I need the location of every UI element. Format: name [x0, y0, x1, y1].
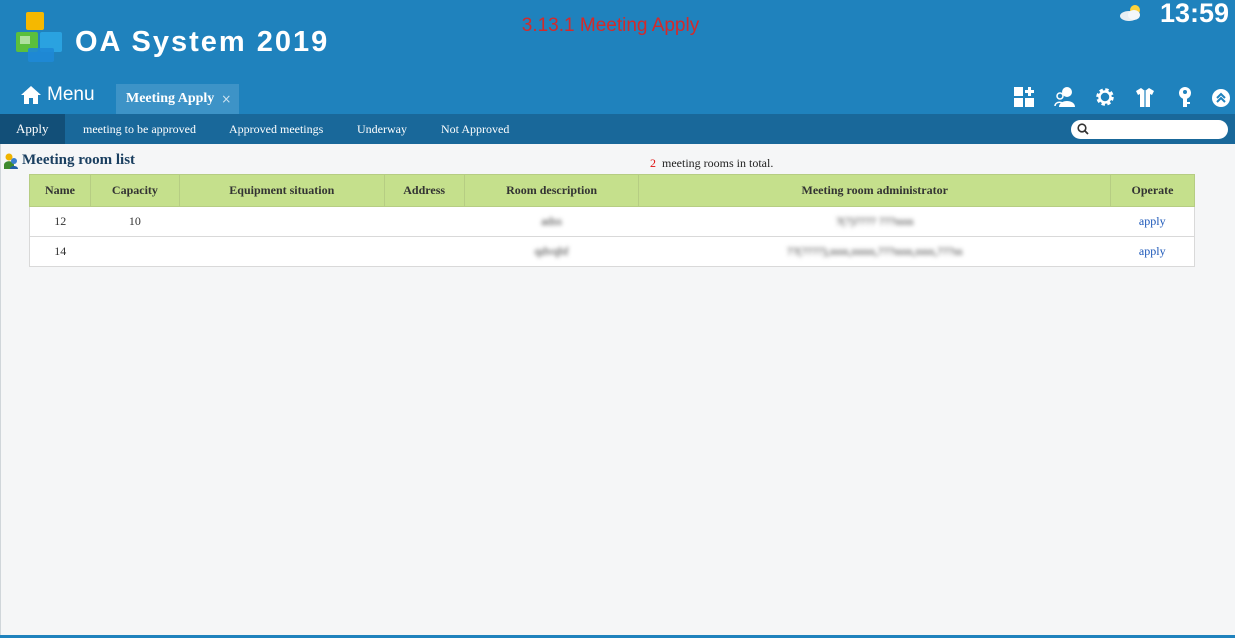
skin-button[interactable]: [1134, 86, 1156, 108]
menu-label: Menu: [47, 84, 95, 105]
clock: 13:59: [1160, 0, 1230, 28]
subnav-apply[interactable]: Apply: [0, 114, 65, 144]
col-administrator: Meeting room administrator: [638, 174, 1111, 207]
caption-text: 3.13.1 Meeting Apply: [521, 15, 700, 36]
grid-add-button[interactable]: [1013, 86, 1035, 108]
room-count: 2 meeting rooms in total.: [650, 156, 773, 171]
room-count-suffix: meeting rooms in total.: [662, 156, 774, 170]
close-icon[interactable]: ×: [221, 92, 231, 106]
home-icon: [21, 86, 41, 104]
cell-capacity: [90, 236, 180, 267]
apply-link[interactable]: apply: [1139, 244, 1166, 258]
cell-description: qdvqbf: [464, 236, 639, 267]
weather-icon: [1120, 5, 1140, 21]
col-name: Name: [29, 174, 91, 207]
collapse-button[interactable]: [1211, 88, 1231, 108]
cell-operate: apply: [1110, 236, 1195, 267]
sub-navigation: Apply meeting to be approved Approved me…: [0, 114, 1235, 144]
cell-equipment: [179, 206, 385, 237]
cell-name: 12: [29, 206, 91, 237]
table-row: 12 10 adss ?(?)???? ???ssss apply: [29, 206, 1195, 237]
page-caption: 3.13.1 Meeting Apply: [0, 15, 1235, 37]
cell-description: adss: [464, 206, 639, 237]
col-operate: Operate: [1110, 174, 1195, 207]
col-equipment: Equipment situation: [178, 174, 385, 207]
cell-administrator: ?(?)???? ???ssss: [638, 206, 1111, 237]
header: OA System 2019 3.13.1 Meeting Apply 13:5…: [0, 0, 1235, 114]
search-icon: [1077, 123, 1089, 135]
cell-address: [384, 236, 465, 267]
chevron-up-icon: [1212, 89, 1230, 107]
col-address: Address: [383, 174, 465, 207]
users-icon: [1054, 87, 1075, 107]
cell-administrator: ??(????),ssss,sssss,???ssss,ssss,???ss: [638, 236, 1111, 267]
password-button[interactable]: [1174, 86, 1196, 108]
shirt-icon: [1136, 88, 1154, 107]
cell-capacity: 10: [90, 206, 180, 237]
cell-operate: apply: [1110, 206, 1195, 237]
col-capacity: Capacity: [89, 174, 180, 207]
cell-equipment: [179, 236, 385, 267]
cell-address: [384, 206, 465, 237]
tab-label: Meeting Apply: [126, 91, 215, 106]
subnav-not-approved[interactable]: Not Approved: [441, 114, 509, 144]
left-border: [0, 144, 1, 635]
apply-link[interactable]: apply: [1139, 214, 1166, 228]
key-icon: [1179, 87, 1191, 107]
gear-icon: [1096, 88, 1114, 106]
room-count-number: 2: [650, 156, 656, 170]
subnav-underway[interactable]: Underway: [357, 114, 407, 144]
settings-button[interactable]: [1094, 86, 1116, 108]
meeting-room-table: Name Capacity Equipment situation Addres…: [29, 174, 1195, 267]
col-description: Room description: [463, 174, 640, 207]
subnav-to-be-approved[interactable]: meeting to be approved: [83, 114, 196, 144]
table-header-row: Name Capacity Equipment situation Addres…: [29, 174, 1195, 207]
search-box[interactable]: [1071, 120, 1228, 139]
cell-name: 14: [29, 236, 91, 267]
tab-meeting-apply[interactable]: Meeting Apply ×: [116, 84, 239, 114]
menu-button[interactable]: Menu: [20, 82, 95, 108]
subnav-approved[interactable]: Approved meetings: [229, 114, 323, 144]
section-title: Meeting room list: [22, 152, 136, 168]
table-row: 14 qdvqbf ??(????),ssss,sssss,???ssss,ss…: [29, 236, 1195, 267]
grid-add-icon: [1014, 87, 1034, 107]
search-input[interactable]: [1093, 121, 1221, 138]
section-icon: [4, 153, 18, 169]
users-button[interactable]: [1054, 86, 1076, 108]
